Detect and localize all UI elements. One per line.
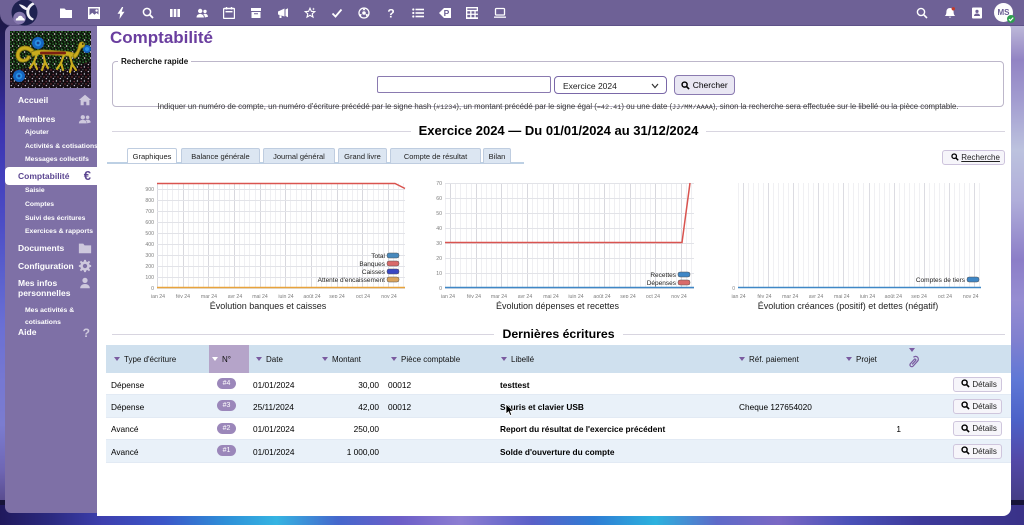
svg-text:nov 24: nov 24: [671, 294, 687, 298]
svg-text:fév 24: fév 24: [176, 294, 190, 298]
svg-text:mai 24: mai 24: [252, 294, 268, 298]
svg-text:mar 24: mar 24: [782, 294, 798, 298]
svg-text:70: 70: [436, 181, 442, 187]
svg-text:P: P: [444, 8, 450, 18]
svg-text:oct 24: oct 24: [356, 294, 370, 298]
svg-text:40: 40: [436, 226, 442, 232]
svg-text:oct 24: oct 24: [938, 294, 952, 298]
svg-text:Banques: Banques: [359, 261, 385, 268]
svg-text:juin 24: juin 24: [567, 294, 583, 298]
svg-text:10: 10: [436, 271, 442, 277]
svg-text:mai 24: mai 24: [543, 294, 559, 298]
svg-text:avr 24: avr 24: [518, 294, 533, 298]
svg-text:avr 24: avr 24: [228, 294, 243, 298]
svg-text:août 24: août 24: [885, 294, 902, 298]
svg-text:0: 0: [732, 286, 735, 292]
svg-text:jan 24: jan 24: [150, 294, 165, 298]
svg-text:20: 20: [436, 256, 442, 262]
svg-text:60: 60: [436, 196, 442, 202]
svg-text:400: 400: [145, 242, 154, 248]
svg-text:?: ?: [387, 7, 394, 19]
svg-text:mar 24: mar 24: [201, 294, 217, 298]
svg-text:200: 200: [145, 264, 154, 270]
svg-text:300: 300: [145, 253, 154, 259]
svg-text:sep 24: sep 24: [911, 294, 927, 298]
svg-text:50: 50: [436, 211, 442, 217]
svg-text:sep 24: sep 24: [620, 294, 636, 298]
svg-text:avr 24: avr 24: [809, 294, 824, 298]
svg-text:30: 30: [436, 241, 442, 247]
svg-text:900: 900: [145, 187, 154, 193]
svg-text:juin 24: juin 24: [859, 294, 875, 298]
svg-text:Caisses: Caisses: [362, 269, 386, 276]
svg-text:Attente d'encaissement: Attente d'encaissement: [318, 277, 386, 284]
svg-text:mai 24: mai 24: [834, 294, 850, 298]
svg-text:août 24: août 24: [593, 294, 610, 298]
svg-text:Total: Total: [371, 253, 385, 260]
svg-text:0: 0: [439, 286, 442, 292]
svg-text:jan 24: jan 24: [440, 294, 455, 298]
svg-text:Dépenses: Dépenses: [647, 280, 677, 287]
svg-text:Comptes de tiers: Comptes de tiers: [916, 277, 966, 284]
svg-text:mar 24: mar 24: [491, 294, 507, 298]
svg-text:fév 24: fév 24: [757, 294, 771, 298]
svg-text:jan 24: jan 24: [731, 294, 746, 298]
svg-text:700: 700: [145, 209, 154, 215]
svg-text:500: 500: [145, 231, 154, 237]
svg-text:600: 600: [145, 220, 154, 226]
svg-text:800: 800: [145, 198, 154, 204]
svg-text:nov 24: nov 24: [963, 294, 979, 298]
svg-text:sep 24: sep 24: [329, 294, 345, 298]
svg-text:fév 24: fév 24: [467, 294, 481, 298]
svg-text:juin 24: juin 24: [277, 294, 293, 298]
svg-text:100: 100: [145, 275, 154, 281]
svg-text:Recettes: Recettes: [650, 272, 676, 279]
svg-text:nov 24: nov 24: [381, 294, 397, 298]
svg-text:oct 24: oct 24: [646, 294, 660, 298]
svg-text:0: 0: [151, 286, 154, 292]
svg-text:août 24: août 24: [303, 294, 320, 298]
